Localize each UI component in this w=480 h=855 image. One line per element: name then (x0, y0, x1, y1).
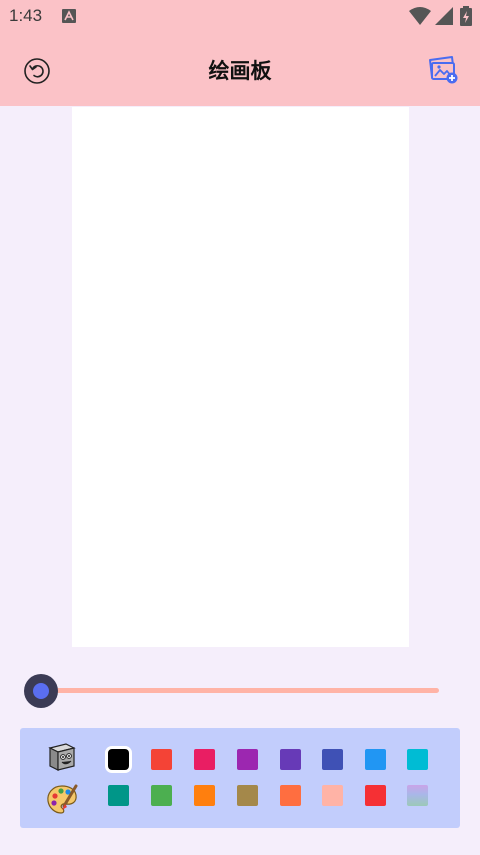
color-swatch[interactable] (194, 749, 215, 770)
eraser-icon[interactable] (44, 738, 80, 774)
status-bar: 1:43 (0, 0, 480, 34)
notification-app-icon (62, 9, 76, 23)
brush-size-slider[interactable] (24, 674, 440, 708)
status-time: 1:43 (9, 6, 43, 25)
add-image-button[interactable] (426, 54, 460, 86)
color-swatch[interactable] (322, 785, 343, 806)
color-swatch[interactable] (108, 749, 129, 770)
color-swatch[interactable] (280, 749, 301, 770)
color-swatch[interactable] (365, 785, 386, 806)
color-swatch[interactable] (194, 785, 215, 806)
page-title: 绘画板 (208, 59, 272, 83)
color-swatch[interactable] (237, 749, 258, 770)
color-swatch[interactable] (365, 749, 386, 770)
signal-icon (435, 7, 453, 25)
color-swatch[interactable] (407, 749, 428, 770)
color-palette-panel (20, 728, 460, 828)
slider-thumb-dot (33, 683, 49, 699)
color-swatch[interactable] (151, 785, 172, 806)
color-swatch[interactable] (151, 749, 172, 770)
battery-charging-icon (460, 6, 472, 26)
color-swatch[interactable] (108, 785, 129, 806)
slider-thumb[interactable] (24, 674, 58, 708)
color-swatch[interactable] (237, 785, 258, 806)
color-swatch[interactable] (322, 749, 343, 770)
drawing-canvas[interactable] (72, 107, 409, 647)
color-swatch[interactable] (407, 785, 428, 806)
slider-track[interactable] (40, 688, 439, 693)
app-bar: 绘画板 (0, 34, 480, 106)
color-swatch[interactable] (280, 785, 301, 806)
wifi-icon (409, 7, 431, 25)
palette-icon[interactable] (44, 782, 80, 818)
